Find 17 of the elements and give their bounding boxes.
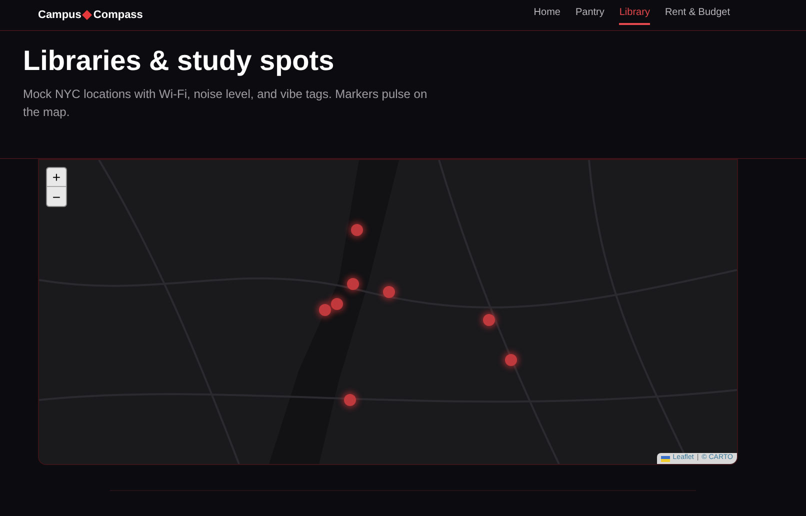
nav-link[interactable]: Library bbox=[619, 5, 650, 25]
page-subtitle: Mock NYC locations with Wi-Fi, noise level, and vibe tags. Markers pulse on the map. bbox=[23, 86, 428, 121]
nav-link[interactable]: Home bbox=[534, 5, 560, 25]
nav-link[interactable]: Rent & Budget bbox=[664, 5, 730, 25]
map-marker-icon[interactable] bbox=[383, 286, 395, 298]
map-marker-icon[interactable] bbox=[344, 394, 356, 406]
brand-name[interactable]: Campus bbox=[38, 6, 82, 24]
map-marker-icon[interactable] bbox=[319, 304, 331, 316]
map-marker-icon[interactable] bbox=[483, 314, 495, 326]
map-marker-icon[interactable] bbox=[505, 354, 517, 366]
zoom-in-button[interactable]: + bbox=[47, 168, 66, 187]
flag-icon bbox=[660, 456, 670, 462]
brand-name[interactable]: Compass bbox=[93, 6, 143, 24]
nav-link[interactable]: Pantry bbox=[575, 5, 604, 25]
zoom-out-button[interactable]: − bbox=[47, 187, 66, 206]
page-title: Libraries & study spots bbox=[23, 44, 334, 78]
diamond-icon bbox=[82, 10, 92, 20]
